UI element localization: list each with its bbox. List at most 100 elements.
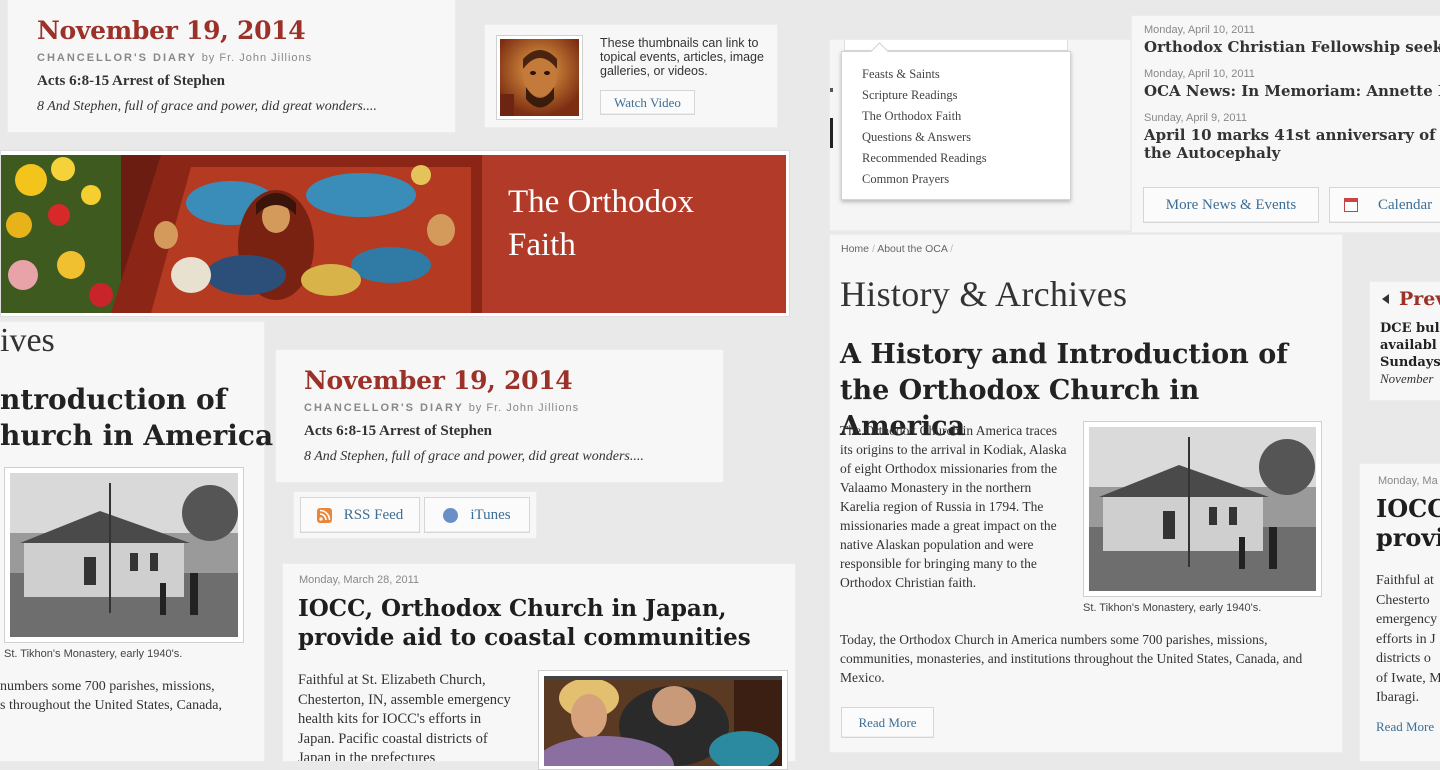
previous-title[interactable]: DCE bull availabl Sundays: [1380, 320, 1440, 371]
diary-excerpt: 8 And Stephen, full of grace and power, …: [304, 449, 644, 464]
previous-post-panel: Prev DCE bull availabl Sundays November: [1370, 282, 1440, 400]
itunes-button[interactable]: iTunes: [424, 497, 530, 533]
news-article-card: Monday, March 28, 2011 IOCC, Orthodox Ch…: [283, 564, 795, 770]
breadcrumb-home[interactable]: Home: [841, 243, 869, 255]
diary-title[interactable]: Acts 6:8-15 Arrest of Stephen: [37, 73, 225, 90]
menu-item-questions-answers[interactable]: Questions & Answers: [862, 127, 987, 148]
banner-title: The Orthodox Faith: [508, 181, 694, 267]
calendar-button[interactable]: Calendar: [1329, 187, 1440, 223]
body-line: efforts in J: [1376, 631, 1436, 647]
article-title-line: ntroduction of: [0, 383, 227, 416]
body-line: Ibaragi.: [1376, 690, 1420, 705]
body-line: emergency: [1376, 612, 1438, 627]
article-title-fragment[interactable]: ntroduction of hurch in America: [0, 382, 273, 454]
calendar-label: Calendar: [1378, 196, 1433, 213]
article-title-line: IOCC: [1376, 494, 1440, 523]
itunes-icon: [443, 507, 459, 523]
article-title[interactable]: IOCC provi: [1376, 494, 1440, 552]
read-more-link[interactable]: Read More: [1376, 719, 1434, 735]
nav-dropdown-menu: Feasts & Saints Scripture Readings The O…: [841, 42, 1071, 200]
news-title[interactable]: April 10 marks 41st anniversary of the A…: [1144, 126, 1440, 162]
article-date: Monday, Ma: [1378, 475, 1438, 487]
history-archives-card: Home / About the OCA / History & Archive…: [830, 235, 1342, 752]
previous-title-line: Sundays: [1380, 355, 1440, 370]
photo-caption: St. Tikhon's Monastery, early 1940's.: [1083, 602, 1262, 614]
diary-title[interactable]: Acts 6:8-15 Arrest of Stephen: [304, 423, 492, 440]
orthodox-faith-banner[interactable]: The Orthodox Faith: [0, 150, 790, 317]
page-title-fragment: ives: [0, 322, 55, 359]
menu-item-recommended-readings[interactable]: Recommended Readings: [862, 148, 987, 169]
history-card-partial: ives ntroduction of hurch in America St.…: [0, 322, 273, 761]
body-text-line: s throughout the United States, Canada,: [0, 698, 223, 713]
body-line: of Iwate, M: [1376, 670, 1440, 686]
rss-feed-button[interactable]: RSS Feed: [300, 497, 420, 533]
feed-buttons: RSS Feed iTunes: [294, 492, 536, 538]
menu-item-feasts-saints[interactable]: Feasts & Saints: [862, 64, 987, 85]
breadcrumb-separator: /: [950, 243, 954, 255]
separator-fragment: [830, 88, 833, 92]
article-body: Faithful at Chesterto emergency efforts …: [1376, 571, 1440, 708]
icon-thumbnail[interactable]: [496, 35, 583, 120]
previous-date: November: [1380, 371, 1434, 386]
article-title[interactable]: IOCC, Orthodox Church in Japan, provide …: [298, 594, 768, 652]
article-title-line: provi: [1376, 523, 1440, 552]
chancellor-diary-card: November 19, 2014 CHANCELLOR'S DIARY by …: [8, 0, 455, 132]
menu-item-orthodox-faith[interactable]: The Orthodox Faith: [862, 106, 987, 127]
volunteers-photo: [534, 670, 788, 770]
banner-title-line: Faith: [508, 227, 576, 263]
article-title-line: hurch in America: [0, 419, 274, 452]
diary-label: CHANCELLOR'S DIARY by Fr. John Jillions: [37, 52, 312, 64]
breadcrumb: Home / About the OCA /: [841, 243, 953, 255]
photo-caption: St. Tikhon's Monastery, early 1940's.: [4, 648, 183, 660]
monastery-photo: [4, 467, 244, 643]
previous-title-line: DCE bull: [1380, 321, 1440, 336]
dropdown-list: Feasts & Saints Scripture Readings The O…: [862, 64, 987, 190]
diary-date[interactable]: November 19, 2014: [37, 16, 306, 45]
watch-video-button[interactable]: Watch Video: [600, 90, 695, 115]
news-date: Sunday, April 9, 2011: [1144, 112, 1247, 124]
chancellor-diary-card: November 19, 2014 CHANCELLOR'S DIARY by …: [276, 350, 723, 482]
body-line: Chesterto: [1376, 592, 1430, 608]
rss-label: RSS Feed: [343, 506, 404, 523]
diary-date[interactable]: November 19, 2014: [304, 366, 573, 395]
menu-item-scripture-readings[interactable]: Scripture Readings: [862, 85, 987, 106]
diary-label-text: CHANCELLOR'S DIARY: [304, 402, 464, 414]
previous-title-line: availabl: [1380, 338, 1437, 353]
body-line: districts o: [1376, 651, 1431, 666]
christ-icon-image: [500, 39, 579, 116]
diary-author: by Fr. John Jillions: [201, 52, 313, 64]
news-date: Monday, April 10, 2011: [1144, 24, 1255, 36]
news-title[interactable]: OCA News: In Memoriam: Annette Milko: [1144, 82, 1440, 100]
read-more-button[interactable]: Read More: [841, 707, 934, 738]
banner-title-line: The Orthodox: [508, 184, 695, 220]
diary-label-text: CHANCELLOR'S DIARY: [37, 52, 197, 64]
itunes-label: iTunes: [470, 506, 511, 523]
article-paragraph: Today, the Orthodox Church in America nu…: [840, 632, 1303, 685]
news-article-card-partial: Monday, Ma IOCC provi Faithful at Cheste…: [1360, 464, 1440, 761]
icon-painting-image: [1, 155, 482, 313]
breadcrumb-about[interactable]: About the OCA: [877, 243, 947, 255]
previous-label: Prev: [1399, 288, 1440, 310]
article-body: Faithful at St. Elizabeth Church, Cheste…: [298, 672, 511, 761]
thumbnail-description: These thumbnails can link to topical eve…: [600, 36, 764, 78]
diary-label: CHANCELLOR'S DIARY by Fr. John Jillions: [304, 402, 579, 414]
arrow-left-icon: [1382, 294, 1389, 304]
diary-excerpt: 8 And Stephen, full of grace and power, …: [37, 99, 377, 114]
news-title[interactable]: Orthodox Christian Fellowship seeks e: [1144, 38, 1440, 56]
page-title: History & Archives: [840, 274, 1128, 314]
article-date: Monday, March 28, 2011: [299, 574, 420, 586]
rss-icon: [316, 507, 332, 523]
more-news-events-button[interactable]: More News & Events: [1143, 187, 1319, 223]
news-list: Monday, April 10, 2011 Orthodox Christia…: [1132, 16, 1440, 232]
menu-item-common-prayers[interactable]: Common Prayers: [862, 169, 987, 190]
article-paragraph: The Orthodox Church in America traces it…: [840, 423, 1067, 590]
previous-link[interactable]: Prev: [1382, 288, 1440, 310]
monastery-photo: [1083, 421, 1322, 597]
body-text-line: numbers some 700 parishes, missions,: [0, 679, 215, 694]
news-date: Monday, April 10, 2011: [1144, 68, 1255, 80]
body-line: Faithful at: [1376, 573, 1434, 588]
calendar-icon: [1344, 198, 1358, 212]
diary-author: by Fr. John Jillions: [468, 402, 580, 414]
thumbnail-card: These thumbnails can link to topical eve…: [485, 25, 777, 127]
banner-title-panel: The Orthodox Faith: [482, 155, 786, 313]
